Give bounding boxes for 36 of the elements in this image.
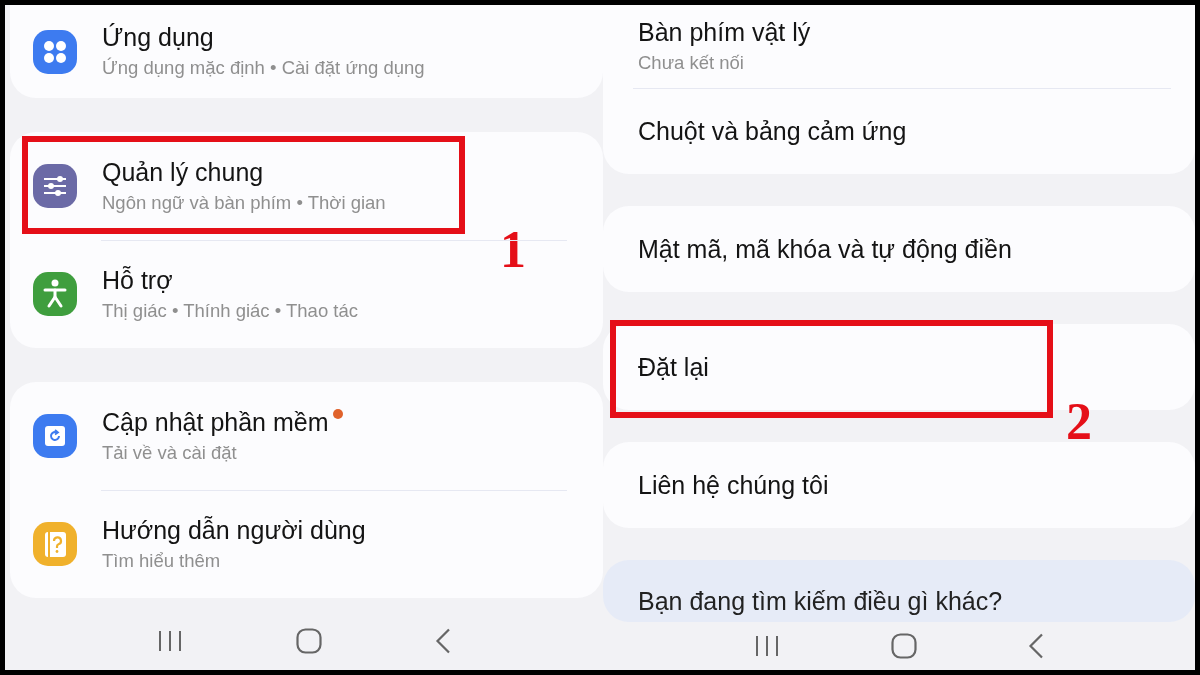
back-button[interactable] [435,628,452,654]
back-button[interactable] [1028,633,1045,659]
back-icon [1028,633,1045,659]
accessibility-icon [33,272,77,316]
sliders-icon [33,164,77,208]
back-icon [435,628,452,654]
setting-title[interactable]: Đặt lại [638,352,709,382]
setting-subtitle: Ngôn ngữ và bàn phím • Thời gian [102,190,386,215]
suggestion-text[interactable]: Bạn đang tìm kiếm điều gì khác? [638,586,1195,616]
setting-subtitle: Tải về và cài đặt [102,440,238,465]
update-icon [33,414,77,458]
setting-subtitle: Thị giác • Thính giác • Thao tác [102,298,358,323]
setting-title[interactable]: Ứng dụng [102,22,425,53]
setting-title[interactable]: Chuột và bảng cảm ứng [638,116,907,146]
step-number: 2 [1066,396,1092,448]
setting-title[interactable]: Mật mã, mã khóa và tự động điền [638,234,1012,264]
setting-subtitle: Ứng dụng mặc định • Cài đặt ứng dụng [102,56,425,81]
guide-book-icon [33,522,77,566]
setting-title[interactable]: Bàn phím vật lý [638,17,811,48]
home-icon [296,628,322,654]
recent-apps-button[interactable] [753,634,780,658]
step-number: 1 [500,224,526,276]
recent-apps-icon [156,629,183,653]
setting-title[interactable]: Liên hệ chúng tôi [638,470,829,500]
setting-title[interactable]: Quản lý chung [102,156,386,187]
home-button[interactable] [296,628,322,654]
apps-icon [33,29,77,74]
setting-title[interactable]: Hỗ trợ [102,264,358,295]
setting-subtitle: Tìm hiểu thêm [102,548,222,573]
recent-apps-button[interactable] [156,629,183,653]
setting-subtitle: Chưa kết nối [638,51,745,76]
setting-title[interactable]: Hướng dẫn người dùng [102,514,366,545]
home-icon [891,633,917,659]
home-button[interactable] [891,633,917,659]
recent-apps-icon [753,634,780,658]
setting-title[interactable]: Cập nhật phần mềm [102,406,343,437]
